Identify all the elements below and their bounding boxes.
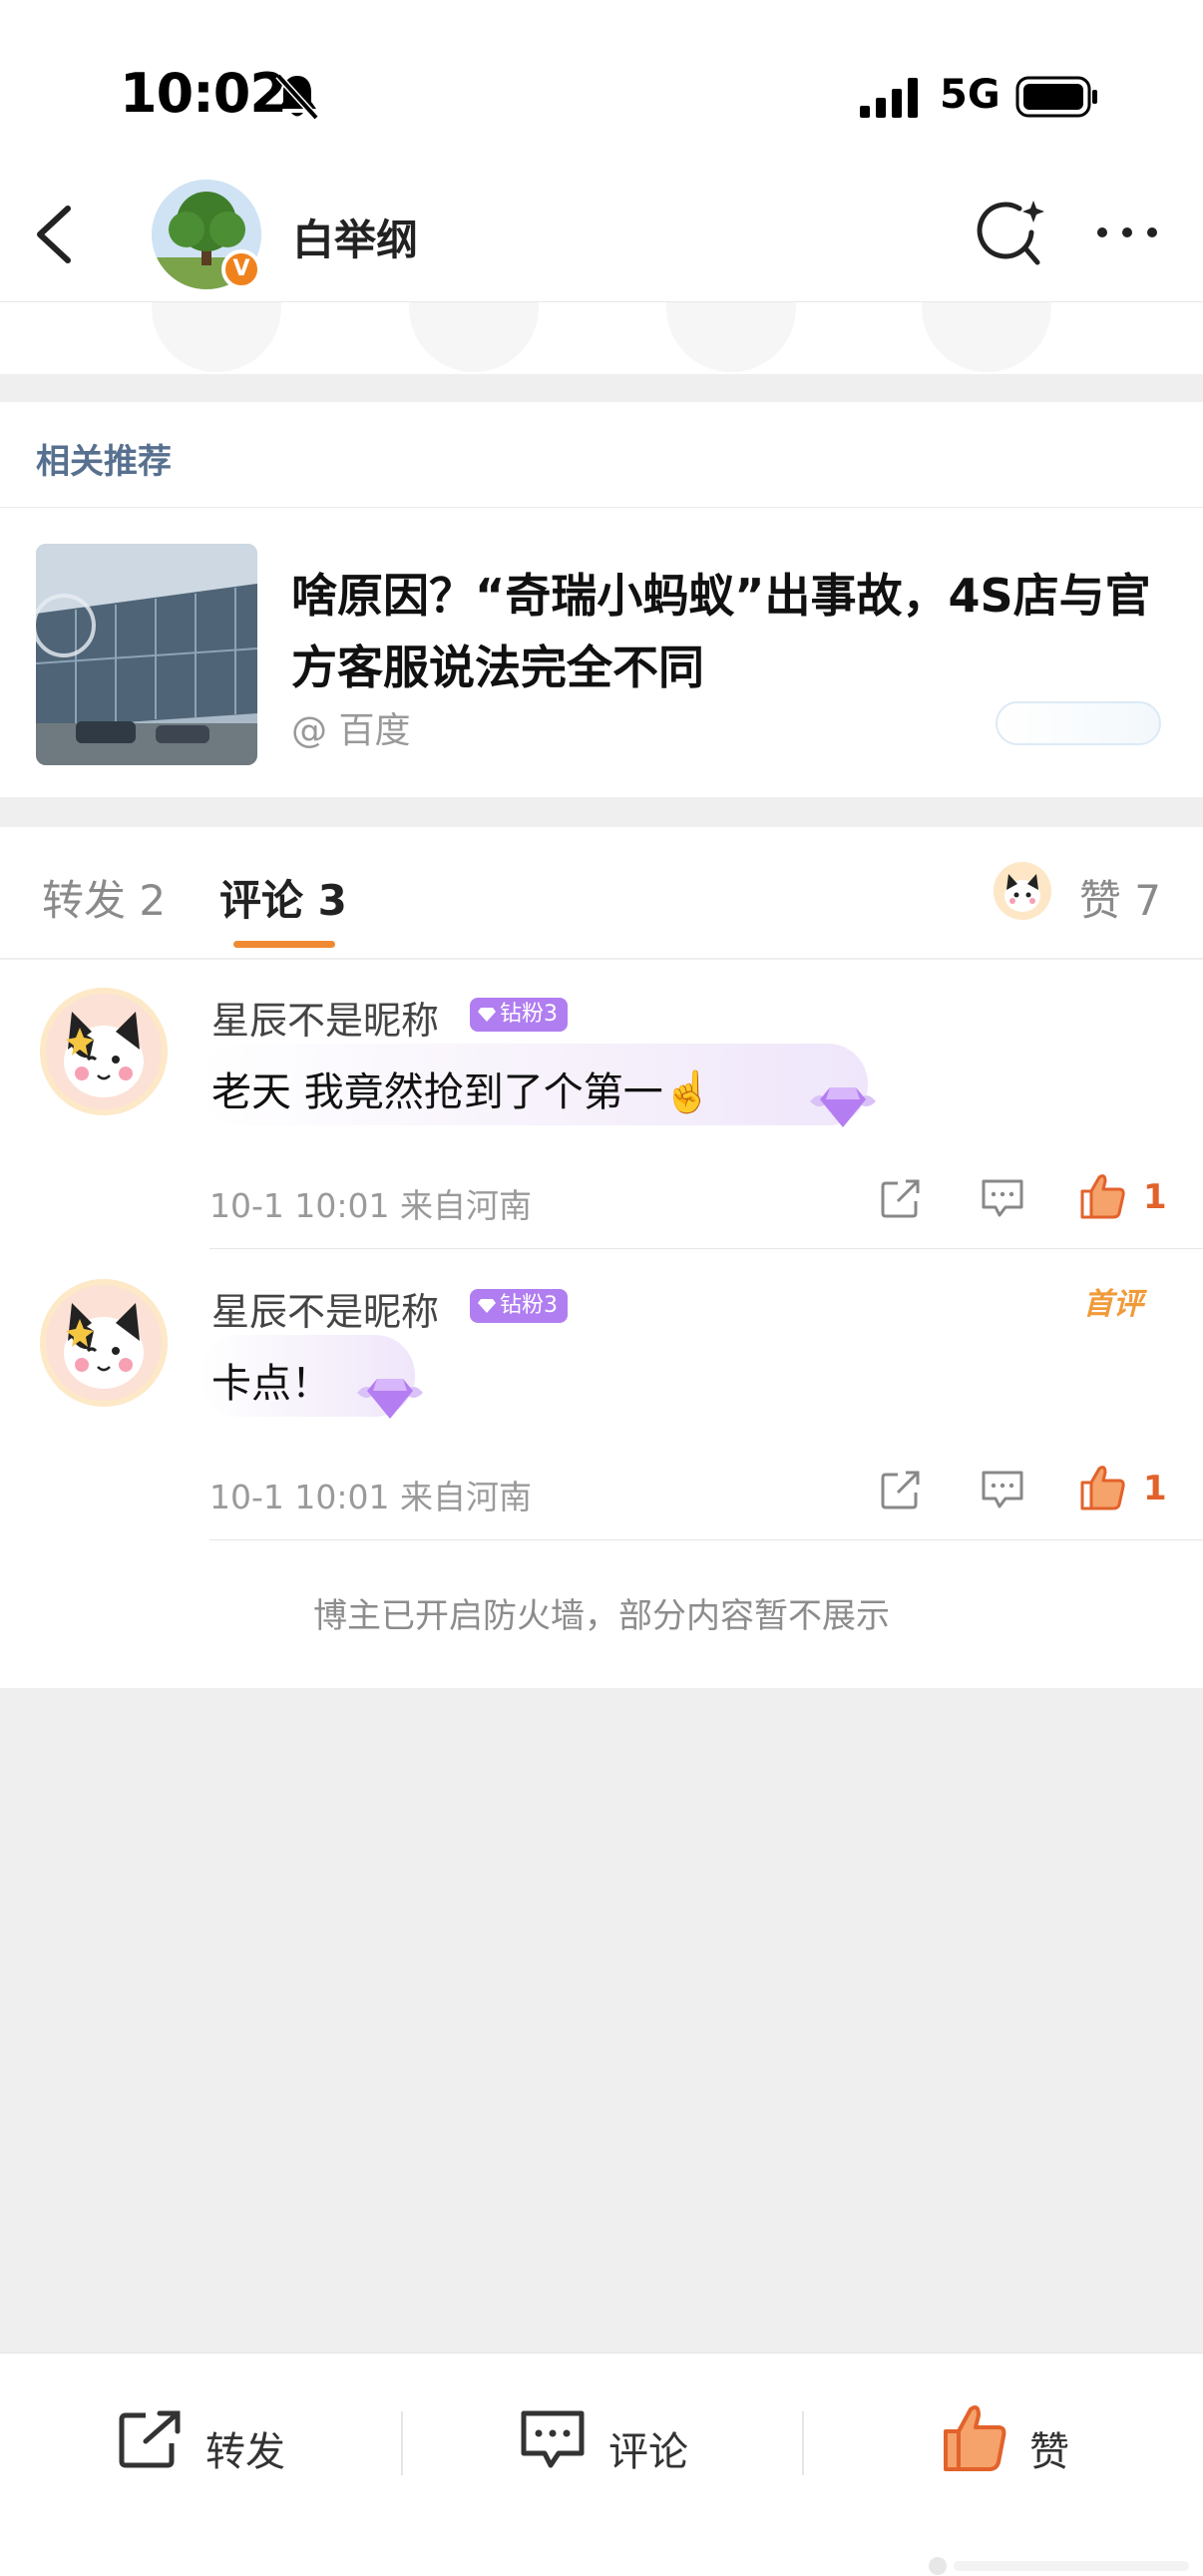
tab-like[interactable]: 赞 7 (1079, 867, 1161, 928)
comment-like-count: 1 (1143, 1469, 1167, 1508)
back-icon[interactable] (30, 203, 76, 266)
like-label: 赞 (1029, 2429, 1069, 2475)
status-time: 10:02 (120, 62, 287, 125)
repost-label: 转发 (205, 2429, 285, 2475)
comment-meta: 10-1 10:01 来自河南 (209, 1186, 532, 1225)
news-thumbnail[interactable] (36, 544, 257, 765)
signal-icon (860, 78, 918, 118)
faded-circle (409, 302, 539, 372)
active-tab-indicator (233, 941, 335, 948)
diamond-icon (478, 1299, 496, 1313)
commenter-avatar[interactable] (40, 1279, 168, 1407)
fan-badge: 钻粉3 (470, 998, 568, 1032)
comment-text: 卡点！ (211, 1361, 331, 1407)
commenter-name[interactable]: 星辰不是昵称 (211, 990, 439, 1045)
commenter-name[interactable]: 星辰不是昵称 (211, 1281, 439, 1336)
comment-label: 评论 (608, 2429, 688, 2475)
faded-circle (666, 302, 796, 372)
news-source: @ 百度 (291, 710, 411, 751)
liker-avatar (994, 862, 1051, 920)
fan-badge-label: 钻粉3 (500, 1002, 558, 1027)
divider (401, 2411, 403, 2475)
divider (802, 2411, 804, 2475)
cat-avatar-image (40, 988, 168, 1115)
related-section: 相关推荐 啥原因？“奇瑞小蚂蚁”出事故，4S店与官方客服说法完全不同 @ 百度 (0, 402, 1203, 797)
action-strip (0, 302, 1203, 374)
comment-item: 星辰不是昵称 钻粉3 老天 我竟然抢到了个第一☝️ 10-1 10:01 来自河… (0, 960, 1203, 1249)
fan-badge-label: 钻粉3 (500, 1293, 558, 1318)
comment-button[interactable]: 评论 (519, 2407, 718, 2477)
repost-icon (119, 2410, 181, 2468)
battery-icon (1015, 76, 1097, 118)
tab-repost[interactable]: 转发 2 (42, 867, 166, 928)
tabs-bar: 转发 2 评论 3 赞 7 (0, 827, 1203, 959)
repost-button[interactable]: 转发 (116, 2407, 315, 2477)
comment-icon[interactable] (980, 1177, 1025, 1219)
nav-header: V 白举纲 (0, 165, 1203, 302)
bottom-action-bar: 转发 评论 赞 (0, 2353, 1203, 2576)
diamond-decoration-icon (357, 1379, 423, 1419)
bell-off-icon (275, 73, 319, 121)
status-bar: 10:02 5G (0, 0, 1203, 165)
fan-badge: 钻粉3 (470, 1289, 568, 1323)
comment-text: 老天 我竟然抢到了个第一☝️ (211, 1070, 713, 1115)
comment-like-count: 1 (1143, 1177, 1167, 1217)
like-icon[interactable] (1079, 1171, 1125, 1219)
comment-meta: 10-1 10:01 来自河南 (209, 1478, 532, 1516)
comment-item: 星辰不是昵称 钻粉3 首评 卡点！ 10-1 10:01 来自河南 1 (0, 1251, 1203, 1540)
news-title[interactable]: 啥原因？“奇瑞小蚂蚁”出事故，4S店与官方客服说法完全不同 (291, 560, 1169, 703)
like-icon (944, 2405, 1006, 2471)
nav-username[interactable]: 白举纲 (292, 207, 418, 267)
diamond-icon (478, 1008, 496, 1022)
faded-circle (922, 302, 1051, 372)
comment-icon (521, 2410, 585, 2468)
divider (209, 1248, 1203, 1249)
divider (0, 507, 1203, 508)
tab-comment[interactable]: 评论 3 (219, 867, 347, 928)
ai-search-icon[interactable] (976, 197, 1045, 270)
related-title: 相关推荐 (36, 442, 172, 482)
verified-badge: V (221, 249, 261, 289)
share-icon[interactable] (880, 1469, 922, 1510)
share-icon[interactable] (880, 1177, 922, 1219)
more-icon[interactable] (1092, 215, 1162, 250)
commenter-avatar[interactable] (40, 988, 168, 1115)
cat-avatar-image (40, 1279, 168, 1407)
network-label: 5G (940, 72, 1001, 118)
cat-avatar-image (994, 862, 1051, 920)
faded-circle (152, 302, 281, 372)
like-icon[interactable] (1079, 1463, 1125, 1510)
comment-list: 星辰不是昵称 钻粉3 老天 我竟然抢到了个第一☝️ 10-1 10:01 来自河… (0, 960, 1203, 1688)
news-action-pill[interactable] (996, 701, 1161, 745)
building-image (36, 544, 257, 765)
firewall-notice: 博主已开启防火墙，部分内容暂不展示 (313, 1596, 890, 1636)
diamond-decoration-icon (810, 1087, 876, 1127)
divider (209, 1539, 1203, 1540)
comment-icon[interactable] (980, 1469, 1025, 1510)
first-comment-badge: 首评 (1083, 1287, 1143, 1322)
watermark-logo (929, 2557, 1189, 2575)
like-button[interactable]: 赞 (942, 2405, 1101, 2477)
